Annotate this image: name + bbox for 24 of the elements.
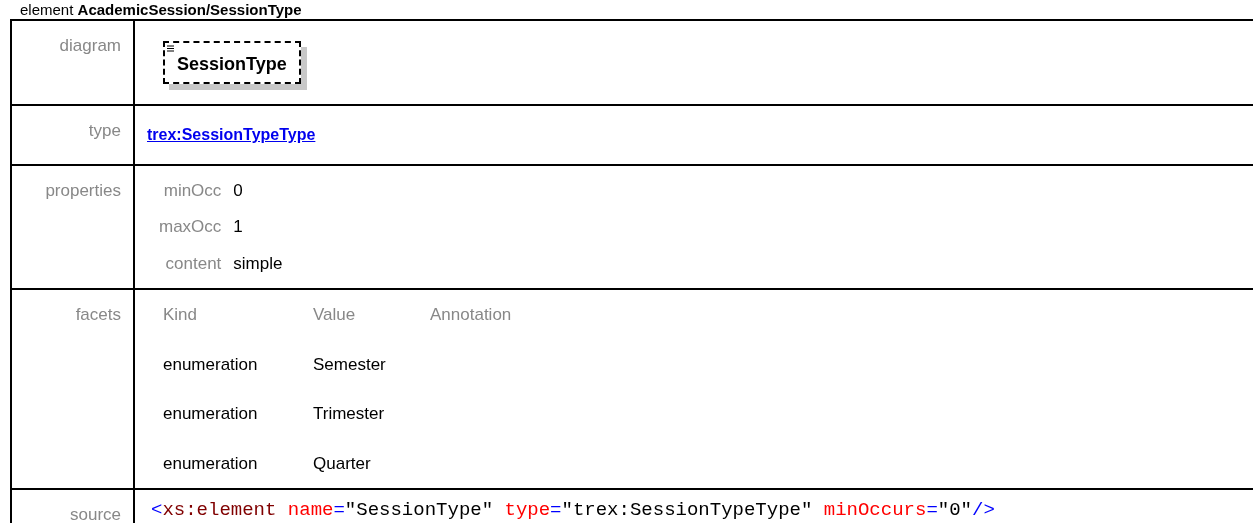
property-name: content bbox=[164, 252, 222, 275]
property-name: maxOcc bbox=[159, 216, 222, 238]
property-value: 0 bbox=[233, 179, 244, 202]
property-value: 1 bbox=[233, 216, 244, 238]
row-label: source bbox=[69, 505, 121, 523]
table-cell-text: Trimester bbox=[313, 403, 386, 425]
table-cell-text: enumeration bbox=[163, 353, 259, 376]
column-header: Kind bbox=[163, 304, 199, 326]
table-cell-text: enumeration bbox=[163, 452, 259, 475]
row-label: facets bbox=[75, 305, 121, 324]
table-cell-text: Semester bbox=[313, 353, 387, 376]
row-label: properties bbox=[45, 180, 121, 200]
property-name: minOcc bbox=[162, 179, 222, 202]
source-code: <xs:element name="SessionType" type="trex:SessionTypeType" minOccurs="0"/> bbox=[151, 499, 995, 521]
property-value: simple bbox=[233, 252, 283, 275]
page-heading: element AcademicSession/SessionType bbox=[19, 0, 303, 19]
column-header: Annotation bbox=[430, 304, 512, 326]
list-icon bbox=[167, 45, 175, 53]
table-cell-text: enumeration bbox=[163, 403, 259, 425]
row-label: type bbox=[88, 121, 121, 140]
column-header: Value bbox=[313, 304, 357, 326]
type-link[interactable]: trex:SessionTypeType bbox=[147, 126, 316, 143]
table-cell-text: Quarter bbox=[313, 452, 372, 475]
row-label: diagram bbox=[59, 36, 121, 55]
